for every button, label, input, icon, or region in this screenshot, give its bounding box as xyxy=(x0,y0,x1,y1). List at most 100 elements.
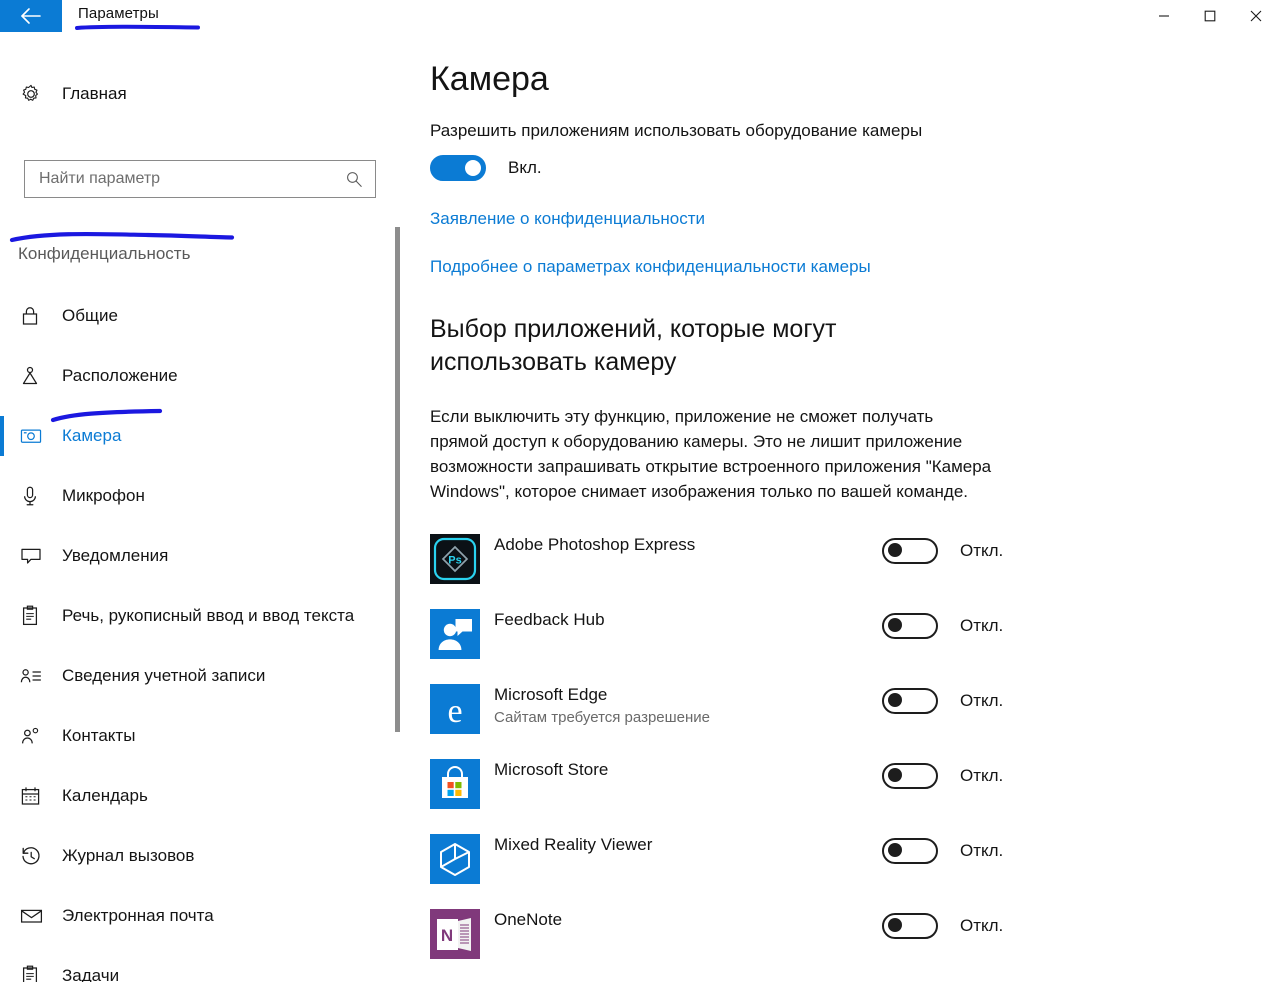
sidebar-item-label: Журнал вызовов xyxy=(62,846,195,865)
selection-accent-bar xyxy=(0,716,4,756)
app-row: N OneNote Откл. xyxy=(430,906,1279,981)
mail-icon xyxy=(20,907,50,925)
sidebar-item-call-history[interactable]: Журнал вызовов xyxy=(0,826,398,886)
location-pin-icon xyxy=(20,365,50,387)
app-info: Feedback Hub xyxy=(494,606,874,630)
app-permission-list: Ps Adobe Photoshop Express Откл. Feedbac… xyxy=(430,531,1279,981)
app-permission-toggle[interactable] xyxy=(882,837,938,864)
app-info: Adobe Photoshop Express xyxy=(494,531,874,555)
camera-icon xyxy=(20,426,50,446)
selection-accent-bar xyxy=(0,656,4,696)
page-title: Камера xyxy=(430,60,549,98)
feedback-hub-icon xyxy=(430,608,480,659)
toggle-knob xyxy=(888,617,902,632)
maximize-button[interactable] xyxy=(1187,0,1233,32)
search-box[interactable] xyxy=(24,160,376,198)
call-history-icon xyxy=(20,845,50,867)
app-row: Mixed Reality Viewer Откл. xyxy=(430,831,1279,906)
search-input[interactable] xyxy=(39,170,343,188)
sidebar-item-account-info[interactable]: Сведения учетной записи xyxy=(0,646,398,706)
svg-text:N: N xyxy=(441,926,453,945)
sidebar-scrollbar[interactable] xyxy=(395,227,400,732)
app-toggle-group: Откл. xyxy=(882,906,1003,939)
sidebar: Главная Конфиденциальность xyxy=(0,32,400,982)
sidebar-nav-list: Общие Расположение Камера Микрофон Уведо… xyxy=(0,286,398,982)
app-row: Microsoft Store Откл. xyxy=(430,756,1279,831)
back-button[interactable] xyxy=(0,0,62,32)
sidebar-item-general[interactable]: Общие xyxy=(0,286,398,346)
app-name: Feedback Hub xyxy=(494,609,605,629)
sidebar-item-calendar[interactable]: Календарь xyxy=(0,766,398,826)
app-row: Ps Adobe Photoshop Express Откл. xyxy=(430,531,1279,606)
app-info: OneNote xyxy=(494,906,874,930)
sidebar-item-label: Электронная почта xyxy=(62,906,214,925)
app-permission-toggle[interactable] xyxy=(882,762,938,789)
hardware-permission-toggle-label: Вкл. xyxy=(508,158,542,177)
sidebar-item-notifications[interactable]: Уведомления xyxy=(0,526,398,586)
sidebar-group-title: Конфиденциальность xyxy=(18,244,191,263)
clipboard-text-icon xyxy=(20,605,50,627)
minimize-button[interactable] xyxy=(1141,0,1187,32)
app-info: Microsoft Edge Сайтам требуется разрешен… xyxy=(494,681,874,726)
sidebar-item-contacts[interactable]: Контакты xyxy=(0,706,398,766)
sidebar-item-label: Задачи xyxy=(62,966,120,982)
selection-accent-bar xyxy=(0,416,4,456)
title-bar: Параметры xyxy=(0,0,1279,32)
app-row: e Microsoft Edge Сайтам требуется разреш… xyxy=(430,681,1279,756)
contacts-icon xyxy=(20,726,50,746)
hardware-permission-row: Вкл. xyxy=(430,155,1279,181)
search-icon[interactable] xyxy=(343,170,365,188)
toggle-knob xyxy=(888,917,902,932)
section-title: Выбор приложений, которые могут использо… xyxy=(430,315,837,376)
selection-accent-bar xyxy=(0,356,4,396)
toggle-knob xyxy=(888,542,902,557)
calendar-icon xyxy=(20,786,50,807)
sidebar-item-home-label: Главная xyxy=(62,84,127,103)
toggle-knob xyxy=(888,692,902,707)
sidebar-item-label: Расположение xyxy=(62,366,178,385)
hardware-permission-label: Разрешить приложениям использовать обору… xyxy=(430,121,923,140)
sidebar-item-microphone[interactable]: Микрофон xyxy=(0,466,398,526)
app-permission-toggle[interactable] xyxy=(882,687,938,714)
app-row: Feedback Hub Откл. xyxy=(430,606,1279,681)
sidebar-item-label: Речь, рукописный ввод и ввод текста xyxy=(62,606,355,625)
sidebar-item-label: Микрофон xyxy=(62,486,145,505)
sidebar-item-camera[interactable]: Камера xyxy=(0,406,398,466)
sidebar-item-location[interactable]: Расположение xyxy=(0,346,398,406)
camera-privacy-learn-more-link[interactable]: Подробнее о параметрах конфиденциальност… xyxy=(430,257,1279,277)
main-content: Камера Разрешить приложениям использоват… xyxy=(430,32,1279,981)
app-toggle-group: Откл. xyxy=(882,831,1003,864)
app-name: Microsoft Edge xyxy=(494,684,608,704)
privacy-statement-link[interactable]: Заявление о конфиденциальности xyxy=(430,209,1279,229)
lock-icon xyxy=(20,305,50,327)
mixed-reality-viewer-icon xyxy=(430,833,480,884)
sidebar-item-tasks[interactable]: Задачи xyxy=(0,946,398,982)
svg-text:e: e xyxy=(447,693,462,730)
hardware-permission-toggle[interactable] xyxy=(430,155,486,181)
selection-accent-bar xyxy=(0,836,4,876)
svg-text:Ps: Ps xyxy=(448,554,461,566)
app-permission-toggle[interactable] xyxy=(882,912,938,939)
settings-window: Параметры Главная Найти параметр Конфиде… xyxy=(0,0,1279,982)
sidebar-item-label: Сведения учетной записи xyxy=(62,666,266,685)
close-button[interactable] xyxy=(1233,0,1279,32)
toggle-knob xyxy=(888,842,902,857)
sidebar-item-label: Уведомления xyxy=(62,546,169,565)
selection-accent-bar xyxy=(0,536,4,576)
app-name: OneNote xyxy=(494,909,563,929)
sidebar-item-label: Общие xyxy=(62,306,118,325)
tasks-clipboard-icon xyxy=(20,965,50,982)
photoshop-express-icon: Ps xyxy=(430,533,480,584)
selection-accent-bar xyxy=(0,596,4,636)
gear-icon xyxy=(20,83,50,105)
sidebar-item-speech-ink-typing[interactable]: Речь, рукописный ввод и ввод текста xyxy=(0,586,398,646)
sidebar-item-home[interactable]: Главная xyxy=(0,72,380,116)
sidebar-item-email[interactable]: Электронная почта xyxy=(0,886,398,946)
account-info-icon xyxy=(20,666,50,686)
app-toggle-label: Откл. xyxy=(960,840,1004,860)
toggle-knob xyxy=(465,160,481,176)
app-info: Mixed Reality Viewer xyxy=(494,831,874,855)
app-permission-toggle[interactable] xyxy=(882,612,938,639)
microphone-icon xyxy=(20,485,50,507)
app-permission-toggle[interactable] xyxy=(882,537,938,564)
